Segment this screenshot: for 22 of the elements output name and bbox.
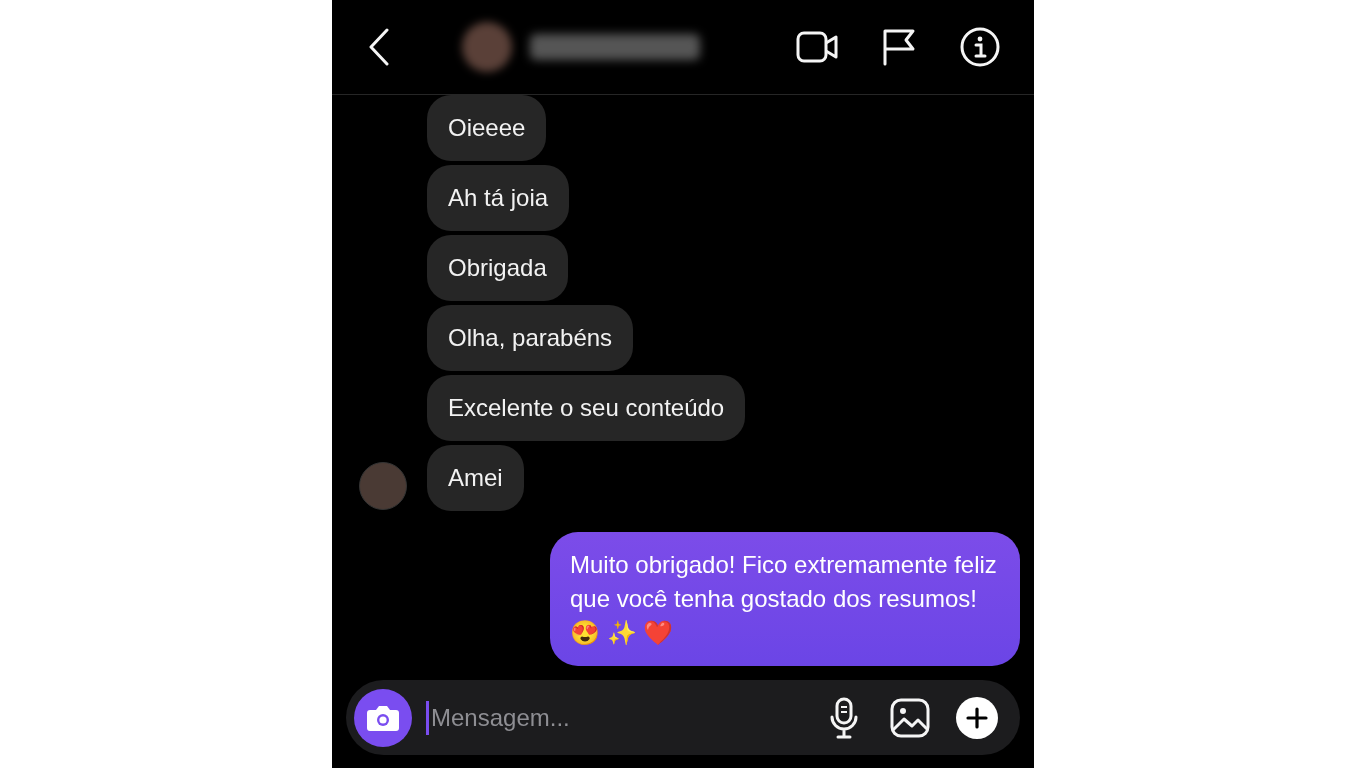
camera-icon	[366, 703, 400, 732]
info-button[interactable]	[958, 25, 1002, 69]
video-camera-icon	[796, 31, 838, 63]
message-composer[interactable]: Mensagem...	[346, 680, 1020, 755]
add-button[interactable]	[956, 696, 998, 739]
back-icon	[368, 28, 390, 66]
sent-message-bubble: Muito obrigado! Fico extremamente feliz que você tenha gostado dos resumos! 😍 ✨ ❤	[550, 532, 1020, 666]
message-input[interactable]: Mensagem...	[431, 699, 824, 736]
received-message-bubble: Obrigada	[427, 235, 568, 301]
blurred-avatar	[462, 22, 512, 72]
microphone-icon	[829, 696, 859, 739]
flag-icon	[882, 28, 916, 66]
received-message-bubble: Excelente o seu conteúdo	[427, 375, 746, 441]
camera-button[interactable]	[354, 688, 412, 747]
received-message-bubble: Amei	[427, 445, 524, 511]
received-message-bubble: Ah tá joia	[427, 165, 570, 231]
received-message-bubble: Oieeee	[427, 95, 547, 161]
info-icon	[960, 27, 1000, 67]
plus-icon	[966, 706, 988, 729]
sender-avatar	[359, 462, 407, 510]
image-icon	[890, 697, 930, 738]
received-message-bubble: Olha, parabéns	[427, 305, 634, 371]
